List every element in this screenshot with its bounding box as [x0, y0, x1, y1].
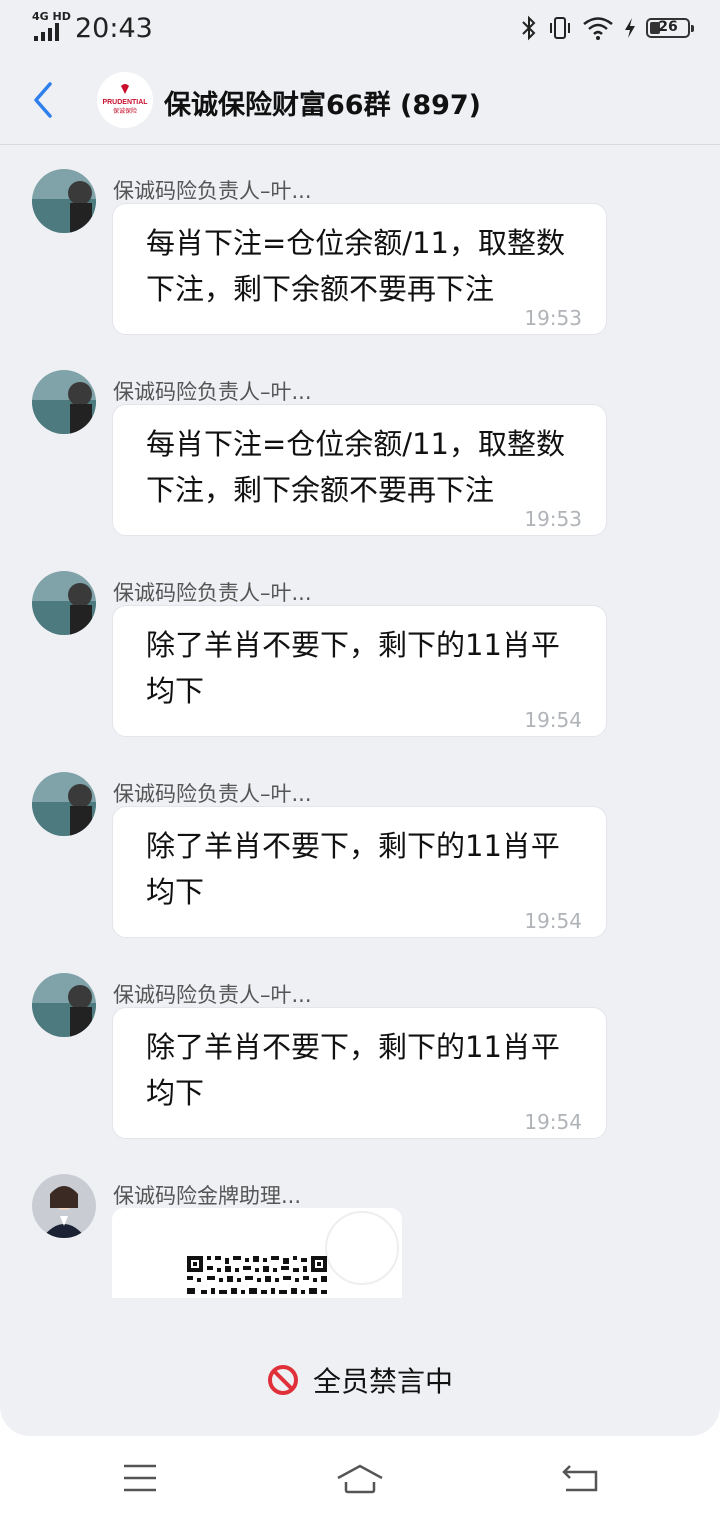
bluetooth-icon: [522, 15, 536, 41]
charging-icon: [625, 18, 635, 38]
chat-header: PRUDENTIAL 保诚保险 保诚保险财富66群 (897): [0, 56, 720, 145]
message-bubble[interactable]: 每肖下注=仓位余额/11，取整数下注，剩下余额不要再下注 19:53: [112, 404, 607, 536]
clock: 20:43: [75, 13, 153, 44]
wifi-icon: [583, 17, 613, 40]
back-icon[interactable]: [556, 1456, 604, 1500]
sender-name: 保诚码险负责人–叶...: [113, 782, 312, 806]
group-avatar[interactable]: PRUDENTIAL 保诚保险: [97, 72, 153, 128]
battery-icon: 26: [646, 18, 694, 38]
avatar[interactable]: [32, 169, 96, 233]
message-bubble[interactable]: 除了羊肖不要下，剩下的11肖平均下 19:54: [112, 605, 607, 737]
avatar[interactable]: [32, 1174, 96, 1238]
sender-name: 保诚码险负责人–叶...: [113, 983, 312, 1007]
message-bubble[interactable]: 除了羊肖不要下，剩下的11肖平均下 19:54: [112, 1007, 607, 1139]
message-text: 每肖下注=仓位余额/11，取整数下注，剩下余额不要再下注: [146, 427, 565, 507]
sender-name: 保诚码险金牌助理...: [113, 1184, 302, 1208]
message-time: 19:54: [524, 708, 582, 732]
message-time: 19:53: [524, 306, 582, 330]
menu-icon[interactable]: [116, 1456, 164, 1500]
message-text: 除了羊肖不要下，剩下的11肖平均下: [146, 628, 560, 708]
status-bar: 4G HD 20:43 26: [0, 0, 720, 56]
message-text: 除了羊肖不要下，剩下的11肖平均下: [146, 829, 560, 909]
avatar[interactable]: [32, 973, 96, 1037]
back-arrow-icon[interactable]: [26, 78, 60, 122]
mute-label: 全员禁言中: [312, 1365, 453, 1398]
battery-level: 26: [658, 19, 678, 35]
sender-name: 保诚码险负责人–叶...: [113, 179, 312, 203]
svg-text:保诚保险: 保诚保险: [113, 107, 137, 115]
home-icon[interactable]: [336, 1456, 384, 1500]
mute-notice: 全员禁言中: [0, 1352, 720, 1408]
svg-text:PRUDENTIAL: PRUDENTIAL: [102, 99, 148, 106]
sender-name: 保诚码险负责人–叶...: [113, 380, 312, 404]
message-text: 除了羊肖不要下，剩下的11肖平均下: [146, 1030, 560, 1110]
message-bubble[interactable]: 除了羊肖不要下，剩下的11肖平均下 19:54: [112, 806, 607, 938]
sender-name: 保诚码险负责人–叶...: [113, 581, 312, 605]
group-title: 保诚保险财富66群 (897): [164, 90, 482, 121]
message-text: 每肖下注=仓位余额/11，取整数下注，剩下余额不要再下注: [146, 226, 565, 306]
no-entry-icon: [267, 1365, 298, 1395]
avatar[interactable]: [32, 370, 96, 434]
system-nav-bar: [0, 1436, 720, 1520]
message-bubble[interactable]: 每肖下注=仓位余额/11，取整数下注，剩下余额不要再下注 19:53: [112, 203, 607, 335]
message-time: 19:54: [524, 1110, 582, 1134]
signal-icon: [34, 23, 59, 41]
qr-code-icon: [112, 1208, 402, 1298]
vibrate-icon: [550, 17, 570, 39]
status-icons: 26: [520, 14, 694, 42]
qr-image-bubble[interactable]: [112, 1208, 402, 1298]
avatar[interactable]: [32, 772, 96, 836]
message-time: 19:53: [524, 507, 582, 531]
message-time: 19:54: [524, 909, 582, 933]
chat-screen: 4G HD 20:43 26 PRUDENTIAL 保诚保险 保诚保险财富66群…: [0, 0, 720, 1436]
prudential-logo-icon: PRUDENTIAL 保诚保险: [97, 72, 153, 128]
avatar[interactable]: [32, 571, 96, 635]
